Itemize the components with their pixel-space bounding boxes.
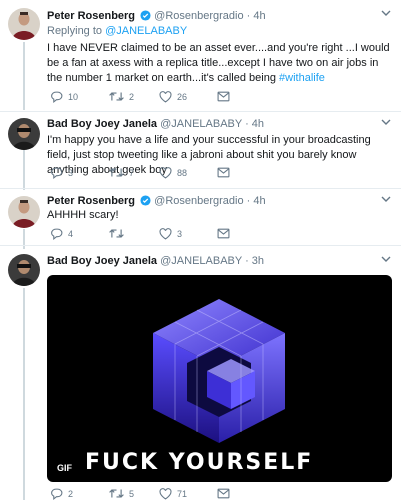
reply-icon bbox=[50, 488, 63, 500]
reply-button[interactable]: 2 bbox=[50, 488, 73, 500]
reply-count: 4 bbox=[68, 229, 74, 239]
reply-context: Replying to @JANELABABY bbox=[47, 25, 187, 37]
like-button[interactable]: 71 bbox=[159, 488, 187, 500]
reply-count: 2 bbox=[68, 489, 74, 499]
retweet-button[interactable]: 7 bbox=[109, 167, 134, 178]
retweet-button[interactable]: 5 bbox=[109, 488, 134, 499]
gif-caption: FUCK YOURSELF bbox=[85, 450, 314, 475]
like-count: 88 bbox=[177, 168, 188, 178]
retweet-count: 5 bbox=[129, 488, 135, 499]
retweet-icon bbox=[109, 488, 124, 499]
hashtag-link[interactable]: #withalife bbox=[279, 72, 325, 84]
reply-icon bbox=[50, 167, 63, 179]
like-button[interactable]: 3 bbox=[159, 228, 182, 240]
retweet-icon bbox=[109, 167, 124, 178]
reply-icon bbox=[50, 228, 63, 240]
avatar[interactable] bbox=[8, 254, 40, 286]
like-count: 26 bbox=[177, 92, 188, 102]
reply-button[interactable]: 4 bbox=[50, 228, 73, 240]
display-name[interactable]: Bad Boy Joey Janela bbox=[47, 255, 157, 267]
message-icon bbox=[217, 167, 230, 178]
like-icon bbox=[159, 167, 172, 179]
message-button[interactable] bbox=[217, 91, 230, 102]
timestamp[interactable]: · 4h bbox=[247, 10, 266, 22]
retweet-icon bbox=[109, 228, 124, 239]
message-button[interactable] bbox=[217, 228, 230, 239]
message-icon bbox=[217, 488, 230, 499]
user-handle[interactable]: @Rosenbergradio bbox=[154, 10, 243, 22]
tweet[interactable]: Peter Rosenberg @Rosenbergradio · 4h Rep… bbox=[0, 0, 401, 110]
gif-badge: GIF bbox=[54, 462, 75, 474]
tweet-actions: 10 2 26 bbox=[47, 91, 387, 107]
retweet-button[interactable]: 2 bbox=[109, 91, 134, 102]
like-icon bbox=[159, 228, 172, 240]
tweet[interactable]: Bad Boy Joey Janela @JANELABABY · 4h I'm… bbox=[0, 112, 401, 188]
timestamp[interactable]: · 4h bbox=[247, 195, 266, 207]
reply-icon bbox=[50, 91, 63, 103]
reply-to-label: Replying to bbox=[47, 25, 106, 37]
message-icon bbox=[217, 228, 230, 239]
tweet[interactable]: Peter Rosenberg @Rosenbergradio · 4h AHH… bbox=[0, 189, 401, 245]
timestamp[interactable]: · 3h bbox=[245, 255, 264, 267]
user-handle[interactable]: @JANELABABY bbox=[160, 118, 242, 130]
user-handle[interactable]: @JANELABABY bbox=[160, 255, 242, 267]
retweet-count: 2 bbox=[129, 91, 135, 102]
user-handle[interactable]: @Rosenbergradio bbox=[154, 195, 243, 207]
tweet-text: I have NEVER claimed to be an asset ever… bbox=[47, 41, 392, 86]
avatar[interactable] bbox=[8, 118, 40, 150]
reply-button[interactable]: 10 bbox=[50, 91, 78, 103]
retweet-button[interactable] bbox=[109, 228, 129, 239]
reply-to-handle[interactable]: @JANELABABY bbox=[105, 25, 187, 37]
chevron-down-icon[interactable] bbox=[381, 195, 391, 206]
chevron-down-icon[interactable] bbox=[381, 118, 391, 129]
message-button[interactable] bbox=[217, 167, 230, 178]
like-button[interactable]: 26 bbox=[159, 91, 187, 103]
avatar[interactable] bbox=[8, 196, 40, 228]
display-name[interactable]: Bad Boy Joey Janela bbox=[47, 118, 157, 130]
display-name[interactable]: Peter Rosenberg bbox=[47, 195, 135, 207]
like-icon bbox=[159, 91, 172, 103]
gif-media[interactable]: GIF FUCK YOURSELF bbox=[47, 275, 392, 482]
avatar[interactable] bbox=[8, 8, 40, 40]
tweet-text-content: I have NEVER claimed to be an asset ever… bbox=[47, 42, 390, 84]
chevron-down-icon[interactable] bbox=[381, 9, 391, 20]
tweet-text: AHHHH scary! bbox=[47, 209, 119, 221]
like-icon bbox=[159, 488, 172, 500]
display-name[interactable]: Peter Rosenberg bbox=[47, 10, 135, 22]
like-count: 71 bbox=[177, 489, 188, 499]
reply-button[interactable]: 3 bbox=[50, 167, 73, 179]
message-button[interactable] bbox=[217, 488, 230, 499]
tweet-actions: 3 7 88 bbox=[47, 167, 387, 183]
retweet-icon bbox=[109, 91, 124, 102]
retweet-count: 7 bbox=[129, 167, 135, 178]
tweet-actions: 4 3 bbox=[47, 228, 387, 244]
tweet-actions: 2 5 71 bbox=[47, 488, 387, 504]
chevron-down-icon[interactable] bbox=[381, 255, 391, 266]
like-count: 3 bbox=[177, 229, 183, 239]
reply-count: 3 bbox=[68, 168, 74, 178]
verified-icon bbox=[140, 10, 151, 25]
message-icon bbox=[217, 91, 230, 102]
reply-count: 10 bbox=[68, 92, 79, 102]
timestamp[interactable]: · 4h bbox=[245, 118, 264, 130]
like-button[interactable]: 88 bbox=[159, 167, 187, 179]
